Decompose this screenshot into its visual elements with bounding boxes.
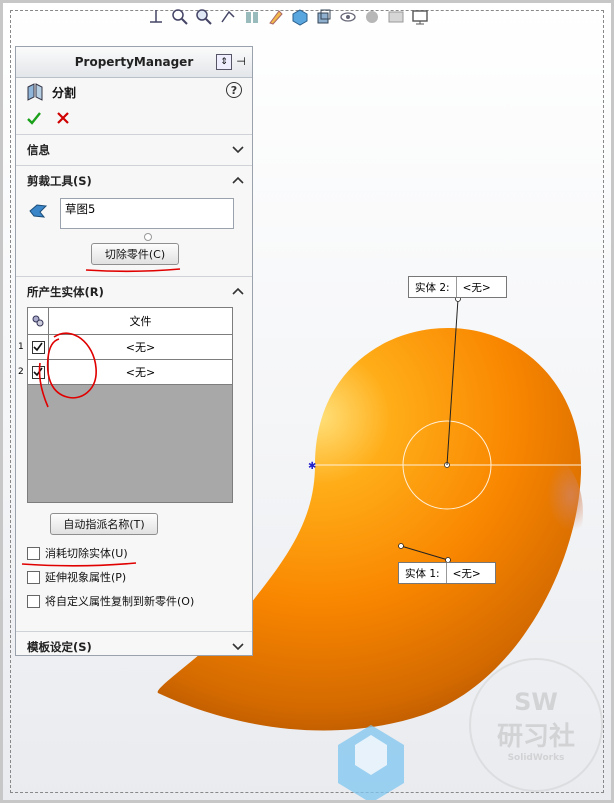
body2-label: 实体 2: (409, 277, 457, 297)
info-section-header[interactable]: 信息 (16, 135, 252, 165)
zoom-fit-icon[interactable] (169, 6, 191, 28)
cube-logo (338, 725, 404, 800)
pin-icon[interactable]: ⇕ (216, 54, 232, 70)
resulting-bodies-section: 所产生实体(R) 文件 1 <无> 2 <无> 自动指派名称(T) 消耗切除实体… (16, 276, 252, 631)
watermark-cn: 研习社 (496, 721, 575, 752)
callout1-anchor-a (398, 543, 404, 549)
zoom-area-icon[interactable] (193, 6, 215, 28)
body2-value: <无> (462, 281, 491, 294)
cancel-x-icon[interactable] (56, 111, 70, 125)
watermark-small: SolidWorks (507, 752, 565, 763)
consume-cut-bodies-option[interactable]: 消耗切除实体(U) (27, 545, 128, 561)
body1-value: <无> (452, 567, 481, 580)
pm-title: PropertyManager (74, 55, 194, 69)
view-orientation-icon[interactable] (289, 6, 311, 28)
body2-callout[interactable]: 实体 2: <无> (408, 276, 507, 298)
propagate-visual-checkbox[interactable] (27, 570, 40, 584)
copy-props-label: 将自定义属性复制到新零件(O) (45, 595, 195, 608)
chevron-down-icon[interactable] (232, 144, 244, 156)
template-section-title: 模板设定(S) (27, 640, 92, 654)
shape-highlight (503, 453, 583, 573)
chevron-down-icon[interactable] (232, 641, 244, 653)
propagate-visual-label: 延伸视象属性(P) (45, 571, 127, 584)
red-underline-annotation (85, 268, 181, 273)
row-number-label: 1 (18, 342, 24, 352)
bodies-body: 文件 1 <无> 2 <无> 自动指派名称(T) (16, 307, 252, 543)
body1-label: 实体 1: (399, 563, 447, 583)
split-feature-icon (27, 83, 43, 101)
feature-title-row: 分割 ? (16, 78, 252, 106)
origin-marker: ✱ (308, 461, 316, 472)
section-view-icon[interactable] (241, 6, 263, 28)
info-section[interactable]: 信息 (16, 134, 252, 165)
bodies-header[interactable]: 所产生实体(R) (16, 277, 252, 307)
front-view-icon[interactable] (145, 6, 167, 28)
hide-show-icon[interactable] (337, 6, 359, 28)
property-manager: PropertyManager ⇕ ⊣ 分割 ? 信息 剪裁工具(S) 草图5 … (15, 46, 253, 656)
watermark: SW 研习社 SolidWorks (469, 658, 603, 792)
cut-part-button[interactable]: 切除零件(C) (91, 243, 179, 265)
row-number-label: 2 (18, 367, 24, 377)
trim-tool-input[interactable]: 草图5 (60, 198, 234, 229)
red-circle-annotation (38, 332, 97, 408)
chevron-up-icon[interactable] (232, 175, 244, 187)
input-resize-handle[interactable] (144, 233, 152, 241)
heads-up-toolbar (145, 4, 431, 30)
consume-cut-bodies-checkbox[interactable] (27, 546, 40, 560)
edit-appearance-icon[interactable] (361, 6, 383, 28)
bodies-title: 所产生实体(R) (27, 285, 104, 299)
view-settings-icon[interactable] (409, 6, 431, 28)
consume-cut-bodies-label: 消耗切除实体(U) (45, 547, 128, 560)
trim-tools-section: 剪裁工具(S) 草图5 切除零件(C) (16, 165, 252, 276)
help-icon[interactable]: ? (226, 82, 242, 98)
trim-tools-title: 剪裁工具(S) (27, 174, 92, 188)
propagate-visual-option[interactable]: 延伸视象属性(P) (27, 569, 126, 585)
bodies-options: 消耗切除实体(U) 延伸视象属性(P) 将自定义属性复制到新零件(O) (16, 543, 252, 631)
sketch-selection-icon (29, 204, 48, 218)
trim-tools-header[interactable]: 剪裁工具(S) (16, 166, 252, 196)
copy-props-option[interactable]: 将自定义属性复制到新零件(O) (27, 593, 194, 609)
ok-cancel-row (16, 106, 252, 130)
chevron-up-icon[interactable] (232, 286, 244, 298)
push-pin-icon[interactable]: ⊣ (234, 54, 248, 68)
info-section-title: 信息 (27, 143, 50, 157)
previous-view-icon[interactable] (217, 6, 239, 28)
red-underline-annotation (21, 562, 137, 567)
template-section-header[interactable]: 模板设定(S) (16, 632, 252, 662)
watermark-sw: SW (514, 687, 558, 716)
copy-props-checkbox[interactable] (27, 594, 40, 608)
dynamic-annotation-icon[interactable] (265, 6, 287, 28)
trim-tools-body: 草图5 切除零件(C) (16, 196, 252, 276)
template-section[interactable]: 模板设定(S) (16, 631, 252, 662)
pm-header-buttons: ⇕ ⊣ (216, 54, 248, 70)
body1-callout[interactable]: 实体 1: <无> (398, 562, 496, 584)
auto-assign-names-button[interactable]: 自动指派名称(T) (50, 513, 158, 535)
pm-header: PropertyManager ⇕ ⊣ (16, 47, 252, 78)
ok-check-icon[interactable] (26, 110, 42, 126)
display-style-icon[interactable] (313, 6, 335, 28)
feature-name: 分割 (52, 85, 77, 100)
apply-scene-icon[interactable] (385, 6, 407, 28)
